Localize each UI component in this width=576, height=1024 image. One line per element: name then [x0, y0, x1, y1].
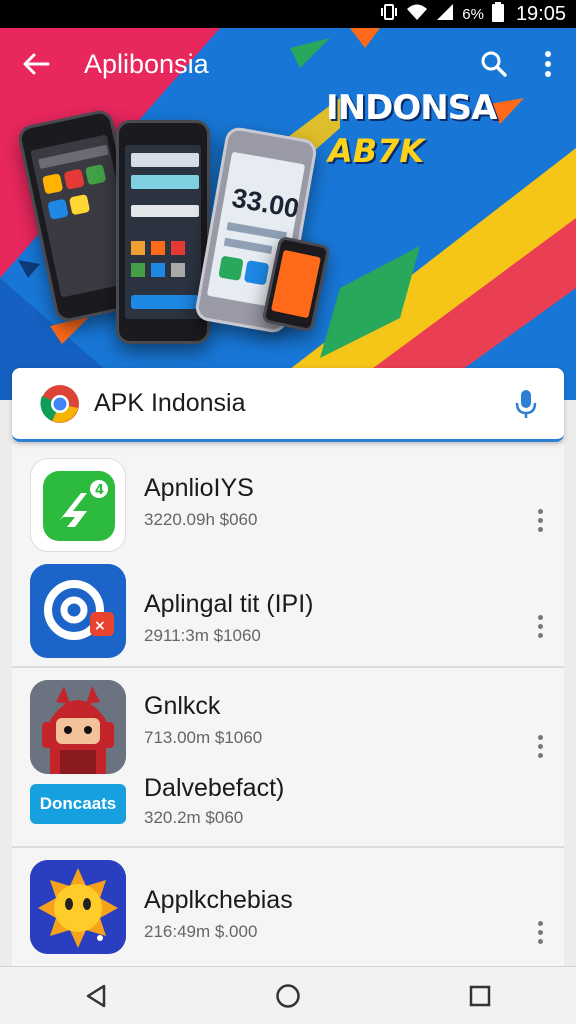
mic-icon[interactable]: [504, 382, 548, 426]
green-app-icon: 4: [30, 458, 126, 552]
app-name: ApnlioIYS: [144, 474, 254, 502]
hero-subline: AB7K: [328, 132, 425, 170]
svg-text:4: 4: [95, 483, 104, 498]
status-bar: 6% 19:05: [0, 0, 576, 28]
list-item[interactable]: 4 ApnlioIYS 3220.09h $060: [12, 444, 564, 554]
app-name: Applkchebias: [144, 886, 293, 914]
svg-text:×: ×: [94, 618, 106, 634]
app-bar-title: Aplibonsia: [84, 48, 209, 79]
app-meta: 2911:3m $1060: [144, 626, 261, 645]
more-options-icon[interactable]: [528, 726, 552, 766]
back-arrow-icon[interactable]: [14, 42, 58, 86]
chrome-logo: [40, 384, 79, 423]
battery-percent: 6%: [462, 5, 484, 23]
wifi-icon: [406, 3, 428, 26]
overflow-menu-icon[interactable]: [526, 42, 570, 86]
list-item[interactable]: × Aplingal tit (IPI) 2911:3m $1060: [12, 554, 564, 666]
app-bar: Aplibonsia: [0, 28, 576, 100]
app-name: Dalvebefact): [144, 774, 285, 802]
list-item[interactable]: Gnlkck 713.00m $1060: [12, 668, 564, 774]
back-triangle-icon[interactable]: [66, 971, 126, 1021]
more-options-icon[interactable]: [528, 500, 552, 540]
app-name: Aplingal tit (IPI): [144, 590, 314, 618]
more-options-icon[interactable]: [528, 912, 552, 952]
battery-icon: [491, 1, 504, 27]
app-meta: 320.2m $060: [144, 808, 244, 827]
app-meta: 713.00m $1060: [144, 728, 263, 747]
list-item[interactable]: Applkchebias 216:49m $.000: [12, 848, 564, 966]
clock: 19:05: [515, 2, 566, 25]
app-badge-text: Doncaats: [39, 794, 117, 813]
search-bar[interactable]: APK Indonsia: [12, 368, 564, 442]
red-ninja-app-icon: [30, 680, 126, 774]
app-list: 4 ApnlioIYS 3220.09h $060 × Aplingal tit…: [12, 444, 564, 966]
phone-screen-number: 33.00: [229, 182, 302, 224]
screen: 6% 19:05 33.00 INDONSA AB7K Aplibonsia A…: [0, 0, 576, 1024]
home-circle-icon[interactable]: [258, 971, 318, 1021]
blue-at-app-icon: ×: [30, 564, 126, 658]
app-meta: 3220.09h $060: [144, 510, 258, 529]
vibrate-icon: [380, 3, 398, 26]
app-meta: 216:49m $.000: [144, 922, 258, 941]
blue-badge-app-icon: Doncaats: [30, 784, 126, 824]
search-input[interactable]: APK Indonsia: [94, 389, 504, 418]
app-name: Gnlkck: [144, 692, 221, 720]
navigation-bar: [0, 966, 576, 1024]
more-options-icon[interactable]: [528, 606, 552, 646]
recents-square-icon[interactable]: [450, 971, 510, 1021]
search-icon[interactable]: [472, 42, 516, 86]
yellow-sun-app-icon: [30, 860, 126, 954]
list-item[interactable]: Doncaats Dalvebefact) 320.2m $060: [12, 768, 564, 846]
signal-icon: [436, 3, 454, 26]
